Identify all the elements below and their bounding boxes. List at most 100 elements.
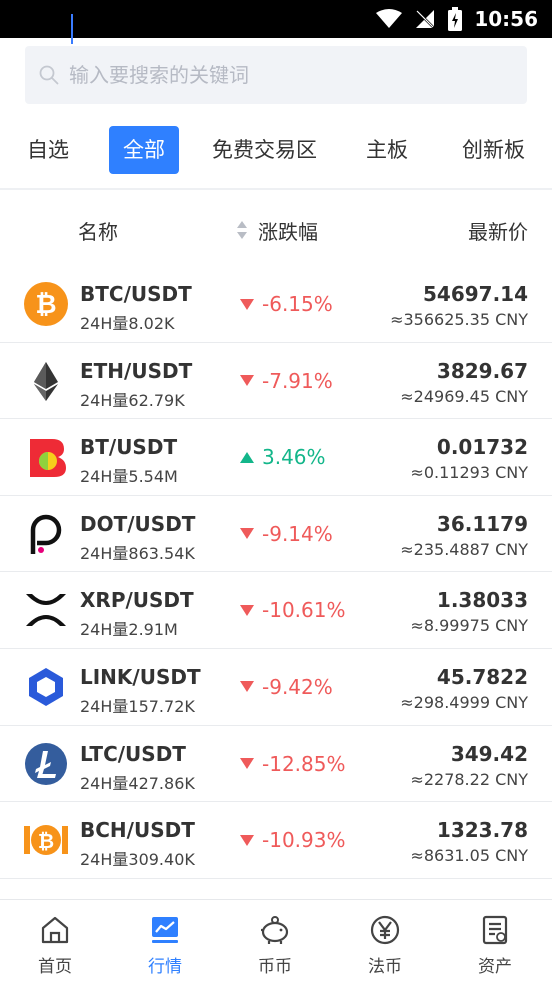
piggy-bank-icon [261, 916, 289, 944]
bt-icon [30, 439, 66, 478]
latest-price: 0.01732 [436, 435, 528, 460]
chart-icon [152, 917, 178, 943]
nav-label: 币币 [258, 957, 292, 977]
volume: 24H量62.79K [80, 390, 185, 410]
latest-price: 45.7822 [436, 664, 528, 689]
document-icon [482, 915, 508, 945]
table-row[interactable]: LTC/USDT 24H量427.86K -12.85% 349.42 ≈227… [0, 726, 552, 803]
down-arrow-icon [240, 834, 254, 846]
change-percent: 3.46% [240, 445, 326, 469]
ethereum-icon [34, 361, 58, 401]
nav-assets[interactable]: 资产 [440, 900, 550, 981]
signal-icon [415, 9, 436, 29]
bottom-nav: 首页 行情 币币 法币 资产 [0, 899, 552, 981]
change-percent: -6.15% [240, 292, 333, 316]
divider [0, 188, 552, 190]
volume: 24H量5.54M [80, 467, 178, 487]
change-percent: -9.42% [240, 675, 333, 699]
text-cursor [71, 14, 73, 44]
bitcoin-icon: ₿ [24, 282, 68, 326]
change-percent: -10.61% [240, 598, 345, 622]
tab-favorites[interactable]: 自选 [27, 126, 69, 174]
table-row[interactable]: ₿ BTC/USDT 24H量8.02K -6.15% 54697.14 ≈35… [0, 266, 552, 343]
cny-price: ≈8631.05 CNY [410, 846, 528, 866]
search-box[interactable] [25, 46, 527, 104]
latest-price: 54697.14 [422, 282, 528, 306]
nav-spot[interactable]: 币币 [220, 900, 330, 981]
down-arrow-icon [240, 758, 254, 770]
down-arrow-icon [240, 528, 254, 540]
table-row[interactable]: ETH/USDT 24H量62.79K -7.91% 3829.67 ≈2496… [0, 343, 552, 420]
bitcoin-cash-icon: ₿ [24, 825, 68, 856]
market-list: ₿ BTC/USDT 24H量8.02K -6.15% 54697.14 ≈35… [0, 266, 552, 879]
latest-price: 36.1179 [436, 511, 528, 536]
pair-name: LTC/USDT [80, 741, 186, 766]
tab-all[interactable]: 全部 [109, 126, 179, 174]
table-row[interactable]: DOT/USDT 24H量863.54K -9.14% 36.1179 ≈235… [0, 496, 552, 573]
svg-text:₿: ₿ [38, 829, 54, 853]
cny-price: ≈24969.45 CNY [400, 386, 528, 406]
table-row[interactable]: XRP/USDT 24H量2.91M -10.61% 1.38033 ≈8.99… [0, 572, 552, 649]
sort-icon[interactable] [236, 220, 248, 240]
nav-fiat[interactable]: 法币 [330, 900, 440, 981]
status-icons: 10:56 [376, 0, 538, 38]
cny-price: ≈235.4887 CNY [400, 539, 528, 559]
latest-price: 349.42 [450, 741, 528, 766]
nav-label: 首页 [38, 957, 72, 977]
down-arrow-icon [240, 604, 254, 616]
polkadot-icon [30, 514, 62, 554]
table-row[interactable]: ₿ BCH/USDT 24H量309.40K -10.93% 1323.78 ≈… [0, 802, 552, 879]
xrp-icon [26, 594, 66, 627]
pair-name: BTC/USDT [80, 282, 192, 306]
status-bar: 10:56 [0, 0, 552, 38]
home-icon [41, 916, 69, 944]
cny-price: ≈0.11293 CNY [410, 463, 528, 483]
cny-price: ≈298.4999 CNY [400, 692, 528, 712]
pair-name: DOT/USDT [80, 511, 196, 536]
volume: 24H量157.72K [80, 696, 195, 716]
list-header: 名称 涨跌幅 最新价 [0, 206, 552, 252]
tab-free-zone[interactable]: 免费交易区 [212, 126, 317, 174]
wifi-icon [376, 9, 403, 28]
search-input[interactable] [69, 46, 509, 104]
volume: 24H量2.91M [80, 620, 178, 640]
volume: 24H量427.86K [80, 773, 195, 793]
latest-price: 1323.78 [436, 818, 528, 843]
pair-name: LINK/USDT [80, 664, 201, 689]
nav-home[interactable]: 首页 [0, 900, 110, 981]
nav-label: 行情 [148, 957, 182, 977]
up-arrow-icon [240, 451, 254, 463]
search-icon [39, 65, 59, 85]
volume: 24H量863.54K [80, 543, 195, 563]
down-arrow-icon [240, 375, 254, 387]
volume: 24H量8.02K [80, 314, 175, 333]
nav-label: 法币 [368, 957, 402, 977]
litecoin-icon [25, 742, 67, 785]
change-percent: -7.91% [240, 369, 333, 393]
pair-name: XRP/USDT [80, 588, 194, 613]
table-row[interactable]: LINK/USDT 24H量157.72K -9.42% 45.7822 ≈29… [0, 649, 552, 726]
svg-text:₿: ₿ [35, 290, 56, 320]
column-change[interactable]: 涨跌幅 [258, 216, 318, 245]
status-time: 10:56 [474, 7, 538, 31]
latest-price: 3829.67 [436, 358, 528, 383]
nav-label: 资产 [478, 957, 512, 977]
down-arrow-icon [240, 681, 254, 693]
volume: 24H量309.40K [80, 850, 195, 870]
chainlink-icon [29, 667, 63, 706]
column-price[interactable]: 最新价 [468, 216, 528, 245]
change-percent: -12.85% [240, 752, 345, 776]
battery-icon [448, 7, 463, 31]
cny-price: ≈2278.22 CNY [410, 769, 528, 789]
change-percent: -9.14% [240, 522, 333, 546]
tab-innovation-board[interactable]: 创新板 [462, 126, 525, 174]
tab-main-board[interactable]: 主板 [366, 126, 408, 174]
nav-market[interactable]: 行情 [110, 900, 220, 981]
latest-price: 1.38033 [436, 588, 528, 613]
table-row[interactable]: BT/USDT 24H量5.54M 3.46% 0.01732 ≈0.11293… [0, 419, 552, 496]
pair-name: ETH/USDT [80, 358, 193, 383]
change-percent: -10.93% [240, 828, 345, 852]
pair-name: BCH/USDT [80, 818, 195, 843]
column-name[interactable]: 名称 [78, 216, 118, 245]
down-arrow-icon [240, 298, 254, 310]
